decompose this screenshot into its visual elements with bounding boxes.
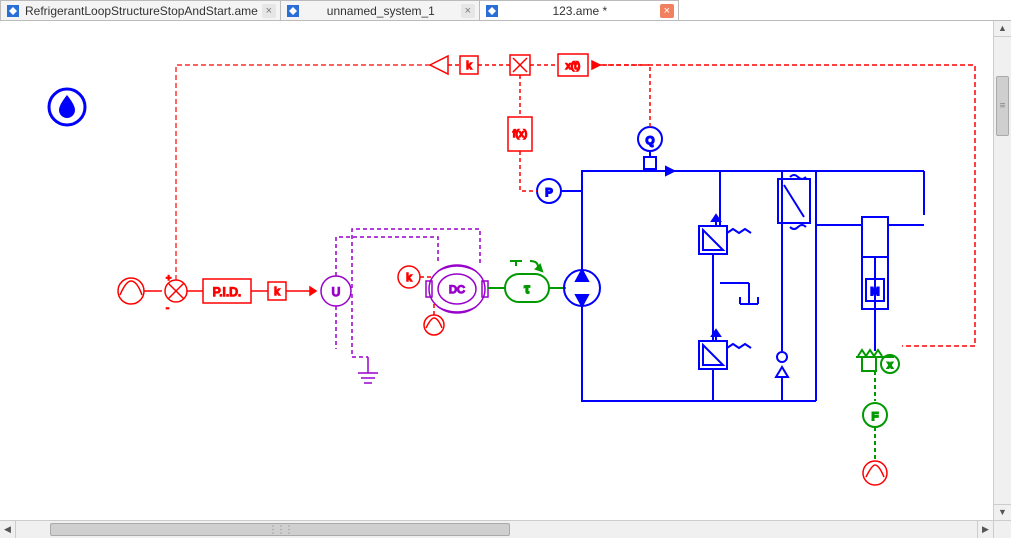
tank-small-icon: [740, 283, 758, 304]
force-block[interactable]: F: [863, 403, 887, 427]
horizontal-scrollbar[interactable]: ◀ ▶: [0, 520, 993, 538]
x-label: x: [888, 360, 893, 371]
m-label: M: [870, 286, 879, 298]
fx-label: f(x): [513, 129, 527, 140]
fluid-library-icon[interactable]: [49, 89, 85, 125]
flow-sensor-block[interactable]: Q: [638, 127, 662, 151]
voltage-source-block[interactable]: U: [321, 276, 351, 306]
relief-valve-top-block[interactable]: [699, 215, 751, 254]
horizontal-scroll-thumb[interactable]: [50, 523, 510, 536]
tab-refrigerant[interactable]: RefrigerantLoopStructureStopAndStart.ame…: [0, 0, 281, 20]
vertical-scroll-thumb[interactable]: [996, 76, 1009, 136]
pressure-sensor-block[interactable]: P: [537, 179, 561, 203]
scroll-left-button[interactable]: ◀: [0, 521, 16, 538]
app-icon: [486, 5, 498, 17]
cylinder-block[interactable]: M: [862, 217, 888, 351]
relief-valve-bottom-block[interactable]: [699, 330, 751, 369]
scroll-right-button[interactable]: ▶: [977, 521, 993, 538]
app-icon: [7, 5, 19, 17]
svg-text:+: +: [166, 273, 171, 283]
vertical-scrollbar[interactable]: ▲ ▼: [993, 21, 1011, 520]
scroll-down-button[interactable]: ▼: [994, 504, 1011, 520]
k2-label: k: [406, 272, 412, 284]
close-icon[interactable]: ×: [660, 4, 674, 18]
p-label: P: [545, 187, 552, 199]
close-icon[interactable]: ×: [262, 4, 276, 18]
svg-text:-: -: [166, 303, 169, 313]
tab-label: 123.ame *: [504, 4, 656, 18]
ground-icon: [358, 357, 378, 383]
dc-label: DC: [449, 284, 465, 296]
tab-bar: RefrigerantLoopStructureStopAndStart.ame…: [0, 0, 1011, 21]
function-block[interactable]: f(x): [508, 117, 532, 151]
tab-123[interactable]: 123.ame * ×: [479, 0, 679, 20]
f-label: F: [872, 411, 879, 423]
gain-k-red-block[interactable]: k: [460, 56, 478, 74]
pump-block[interactable]: [564, 270, 600, 306]
workspace: + - P.I.D. k: [0, 21, 1011, 538]
scroll-up-button[interactable]: ▲: [994, 21, 1011, 37]
k-label: k: [274, 286, 280, 298]
q-label: Q: [646, 135, 655, 147]
tab-label: RefrigerantLoopStructureStopAndStart.ame: [25, 4, 258, 18]
tau-label: τ: [524, 281, 530, 296]
signal-source2-block[interactable]: [424, 315, 444, 335]
close-icon[interactable]: ×: [461, 4, 475, 18]
k-red-label: k: [466, 60, 472, 72]
signal-source3-block[interactable]: [863, 461, 887, 485]
torque-block[interactable]: τ: [505, 261, 549, 302]
app-icon: [287, 5, 299, 17]
check-valve-block[interactable]: [776, 352, 788, 377]
signal-source-block[interactable]: [118, 278, 144, 304]
u-label: U: [332, 285, 341, 299]
pid-label: P.I.D.: [213, 285, 241, 299]
diagram-canvas[interactable]: + - P.I.D. k: [0, 21, 993, 520]
scroll-corner: [993, 520, 1011, 538]
tab-unnamed[interactable]: unnamed_system_1 ×: [280, 0, 480, 20]
gain-k2-block[interactable]: k: [398, 266, 420, 288]
dc-motor-block[interactable]: DC: [426, 265, 488, 313]
tab-label: unnamed_system_1: [305, 4, 457, 18]
derivative-block[interactable]: x(t): [558, 54, 588, 76]
gain-k-block[interactable]: k: [268, 282, 286, 300]
multiply-block[interactable]: [510, 55, 530, 75]
triangle-gain-block[interactable]: [430, 56, 448, 74]
pid-block[interactable]: P.I.D.: [203, 279, 251, 303]
xt-label: x(t): [566, 61, 580, 72]
